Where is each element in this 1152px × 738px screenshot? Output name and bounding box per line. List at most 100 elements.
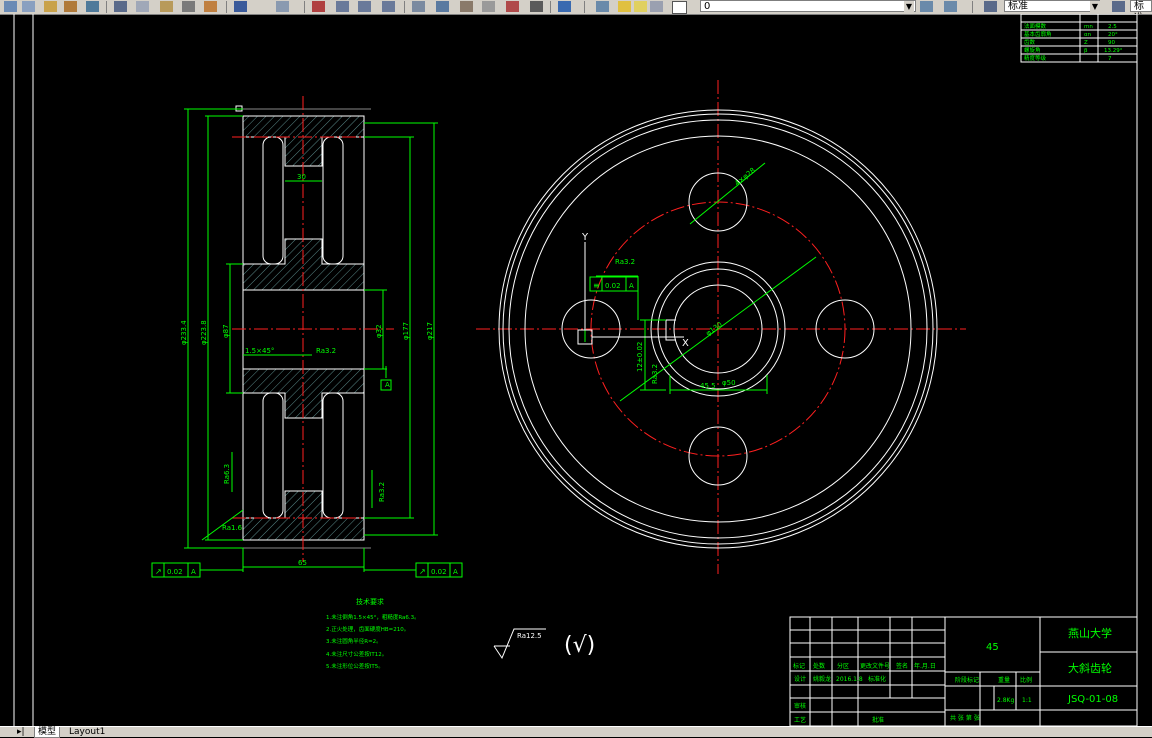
pitch-circle-dim: φ130 [704, 321, 723, 338]
redo-icon[interactable] [276, 1, 289, 12]
dim-chamfer: 1.5×45° [245, 347, 274, 355]
layout-tab-bar: ▸| 模型 Layout1 [0, 726, 1152, 738]
pan-icon[interactable] [312, 1, 325, 12]
runout2-symbol: ↗ [419, 567, 426, 576]
ra-left-label: Ra1.6 [222, 524, 243, 532]
separator [404, 1, 405, 13]
separator [106, 1, 107, 13]
tool-palette-icon[interactable] [460, 1, 473, 12]
tb-header: 更改文件号 [860, 662, 890, 670]
dim-root-diameter: φ223.8 [200, 320, 208, 345]
preview-icon[interactable] [22, 1, 35, 12]
param-name: 齿数 [1024, 38, 1036, 46]
design-center-icon[interactable] [436, 1, 449, 12]
bore-dim: φ50 [722, 379, 736, 387]
match-prop-icon[interactable] [182, 1, 195, 12]
3d-icon[interactable] [86, 1, 99, 12]
ucs-y-label: Y [581, 232, 589, 243]
parameter-table-text: 法面模数 mn 2.5 基本齿廓角 αn 20° 齿数 Z 90 螺旋角 β 1… [1024, 22, 1123, 62]
param-name: 基本齿廓角 [1024, 30, 1052, 38]
dim-style-dropdown[interactable]: 标准 [1004, 0, 1100, 12]
brush-icon[interactable] [204, 1, 217, 12]
tech-line: 2.正火处理，齿面硬度HB=210。 [326, 625, 409, 633]
drawing-canvas[interactable]: φ233.4 φ223.8 φ87 φ177 φ217 φ32 30 65 1.… [0, 14, 1152, 726]
separator [972, 1, 973, 13]
table-style-dropdown[interactable]: 标准 [1130, 0, 1152, 14]
title-block-text: 标记 处数 分区 更改文件号 签名 年.月.日 设计 姚毅龙 2016.1.8 … [793, 626, 1118, 724]
layer-previous-icon[interactable] [920, 1, 933, 12]
param-name: 精度等级 [1024, 54, 1047, 62]
markup-icon[interactable] [506, 1, 519, 12]
properties-icon[interactable] [412, 1, 425, 12]
separator [584, 1, 585, 13]
calculator-icon[interactable] [530, 1, 543, 12]
layer-lock-icon[interactable] [650, 1, 663, 12]
undo-icon[interactable] [234, 1, 247, 12]
layer-on-icon[interactable] [618, 1, 631, 12]
tb-header: 处数 [813, 662, 825, 670]
plot-icon[interactable] [64, 1, 77, 12]
front-view: ≡ 0.02 A 4×φ28 φ130 φ50 12±0.02 45.5 Ra3… [476, 80, 966, 574]
param-value: 13.29° [1104, 48, 1123, 54]
param-symbol: Z [1084, 40, 1088, 46]
table-style-icon[interactable] [1112, 1, 1125, 12]
zoom-previous-icon[interactable] [382, 1, 395, 12]
chevron-down-icon[interactable]: ▼ [904, 1, 914, 12]
print-icon[interactable] [4, 1, 17, 12]
runout1-ref: A [191, 568, 196, 576]
layer-freeze-icon[interactable] [634, 1, 647, 12]
datum-a-label: A [385, 381, 390, 389]
layer-color-icon[interactable] [672, 1, 687, 14]
tb-designer: 姚毅龙 [813, 675, 831, 683]
symmetry-tolerance: 0.02 [605, 282, 621, 290]
tb-stage-label: 阶段标记 [955, 676, 979, 684]
tb-approve: 批准 [872, 716, 884, 724]
tb-weight: 2.8Kg [997, 697, 1014, 704]
cut-icon[interactable] [114, 1, 127, 12]
dim-hub-diameter: φ87 [222, 324, 230, 338]
chevron-down-icon[interactable]: ▼ [1090, 1, 1100, 12]
layer-states-icon[interactable] [944, 1, 957, 12]
tab-model[interactable]: 模型 [34, 727, 61, 738]
tb-part-name: 大斜齿轮 [1068, 661, 1112, 675]
layer-dropdown[interactable]: 0 [700, 0, 916, 12]
tb-designer-role: 设计 [794, 675, 806, 683]
separator [304, 1, 305, 13]
tb-weight-label: 重量 [998, 676, 1010, 684]
runout2-ref: A [453, 568, 458, 576]
symmetry-ref: A [629, 282, 634, 290]
runout1-tolerance: 0.02 [167, 568, 183, 576]
dim-web1-diameter: φ177 [402, 322, 410, 340]
zoom-realtime-icon[interactable] [336, 1, 349, 12]
layer-manager-icon[interactable] [596, 1, 609, 12]
tb-school: 燕山大学 [1068, 626, 1112, 640]
dim-web-thickness: 30 [297, 173, 306, 181]
zoom-window-icon[interactable] [358, 1, 371, 12]
sheet-set-icon[interactable] [482, 1, 495, 12]
general-roughness-value: Ra12.5 [517, 632, 542, 640]
tb-drawing-no: JSQ-01-08 [1067, 694, 1118, 705]
toolbar: 0 ▼ 标准 ▼ 标准 [0, 0, 1152, 15]
tb-date: 2016.1.8 [836, 676, 863, 683]
ra-key-label: Ra3.2 [615, 258, 635, 266]
tb-sheet: 共 张 第 张 [950, 714, 980, 722]
dim-style-icon[interactable] [984, 1, 997, 12]
param-name: 法面模数 [1024, 22, 1047, 30]
param-value: 90 [1108, 40, 1115, 46]
separator [226, 1, 227, 13]
ra-face2-label: Ra3.2 [378, 482, 386, 502]
help-icon[interactable] [558, 1, 571, 12]
dim-face-width: 65 [298, 559, 307, 567]
publish-icon[interactable] [44, 1, 57, 12]
copy-icon[interactable] [136, 1, 149, 12]
param-value: 7 [1108, 56, 1112, 62]
tech-line: 1.未注倒角1.5×45°，粗糙度Ra6.3。 [326, 613, 420, 621]
paste-icon[interactable] [160, 1, 173, 12]
ucs-x-label: X [682, 338, 689, 349]
parameter-table [1020, 14, 1138, 63]
tech-line: 3.未注圆角半径R=2。 [326, 637, 382, 645]
param-symbol: β [1084, 48, 1088, 54]
tech-line: 5.未注形位公差按IT5。 [326, 662, 384, 670]
param-name: 螺旋角 [1024, 46, 1041, 54]
runout-frame-left [151, 562, 243, 578]
